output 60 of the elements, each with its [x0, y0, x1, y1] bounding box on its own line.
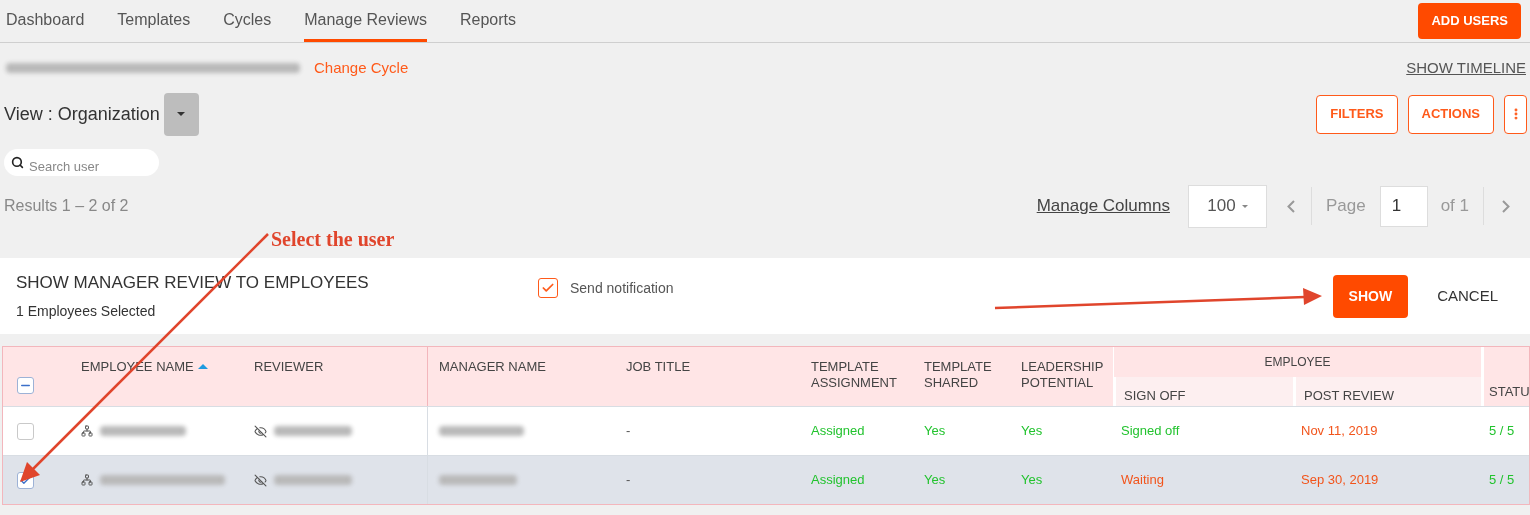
- hierarchy-icon: [81, 474, 93, 486]
- search-field[interactable]: Search user: [4, 148, 159, 176]
- table-cell-text: Nov 11, 2019: [1301, 422, 1378, 441]
- table-cell-text: Assigned: [811, 422, 865, 441]
- nav-tab[interactable]: Templates: [117, 0, 191, 42]
- column-header[interactable]: LEADERSHIP POTENTIAL: [1021, 359, 1113, 391]
- previous-page-button[interactable]: [1286, 199, 1295, 213]
- table-cell-text: Assigned: [811, 471, 865, 490]
- manage-columns-link[interactable]: Manage Columns: [1036, 193, 1170, 219]
- chevron-left-icon: [1286, 199, 1295, 213]
- column-header[interactable]: JOB TITLE: [626, 359, 691, 375]
- table-cell-text: Yes: [924, 422, 946, 441]
- table-cell-text: 5 / 5: [1489, 422, 1515, 441]
- hierarchy-icon: [81, 425, 93, 437]
- eye-off-icon: [254, 473, 267, 487]
- results-count: Results 1 – 2 of 2: [4, 196, 129, 216]
- table-cell-text: Signed off: [1121, 422, 1180, 441]
- table-cell-text: Waiting: [1121, 471, 1164, 490]
- table-cell-text: Sep 30, 2019: [1301, 471, 1379, 490]
- table-cell-text: -: [626, 422, 631, 441]
- chevron-right-icon: [1502, 199, 1510, 213]
- nav-tab[interactable]: Manage Reviews: [304, 0, 427, 42]
- table-cell-text: 5 / 5: [1489, 471, 1515, 490]
- view-dropdown-button[interactable]: [163, 92, 199, 136]
- page-label: Page: [1325, 195, 1366, 218]
- next-page-button[interactable]: [1502, 199, 1510, 213]
- cancel-button[interactable]: CANCEL: [1437, 284, 1498, 308]
- table-row[interactable]: - Assigned Yes Yes Waiting Sep 30, 2019 5 / 5: [3, 455, 1529, 504]
- row-checkbox[interactable]: [17, 422, 34, 440]
- select-all-checkbox[interactable]: [17, 377, 34, 394]
- column-header[interactable]: REVIEWER: [254, 359, 324, 375]
- column-header[interactable]: MANAGER NAME: [439, 359, 546, 375]
- column-header[interactable]: STATU: [1489, 384, 1530, 400]
- column-header[interactable]: SIGN OFF: [1124, 388, 1186, 403]
- page-size-select[interactable]: 100: [1187, 184, 1267, 228]
- table-cell-text: Yes: [1021, 422, 1043, 441]
- more-button[interactable]: [1504, 94, 1527, 134]
- annotation-label: Select the user: [271, 227, 395, 252]
- column-header[interactable]: TEMPLATE SHARED: [924, 359, 1008, 391]
- selected-count: 1 Employees Selected: [16, 302, 157, 322]
- page-count: of 1: [1440, 195, 1469, 218]
- column-group-header: EMPLOYEE: [1264, 354, 1331, 371]
- caret-icon: [177, 112, 186, 116]
- page-number-field[interactable]: 1: [1379, 185, 1428, 227]
- table-cell-text: Yes: [1021, 471, 1043, 490]
- nav-tab[interactable]: Cycles: [223, 0, 272, 42]
- notification-checkbox[interactable]: [538, 278, 558, 298]
- nav-tab[interactable]: Dashboard: [6, 0, 85, 42]
- table-cell-text: Yes: [924, 471, 946, 490]
- table-cell-text: -: [626, 471, 631, 490]
- search-icon: [11, 155, 24, 169]
- column-header[interactable]: TEMPLATE ASSIGNMENT: [811, 359, 911, 391]
- caret-icon: [1241, 204, 1248, 208]
- check-icon: [541, 281, 555, 295]
- eye-off-icon: [254, 424, 267, 438]
- table-row[interactable]: - Assigned Yes Yes Signed off Nov 11, 2019 5 / 5: [3, 406, 1529, 455]
- show-timeline-link[interactable]: SHOW TIMELINE: [1406, 56, 1526, 80]
- nav-tab[interactable]: Reports: [459, 0, 516, 42]
- notification-label: Send notification: [570, 278, 674, 298]
- view-label: View : Organization: [4, 102, 160, 126]
